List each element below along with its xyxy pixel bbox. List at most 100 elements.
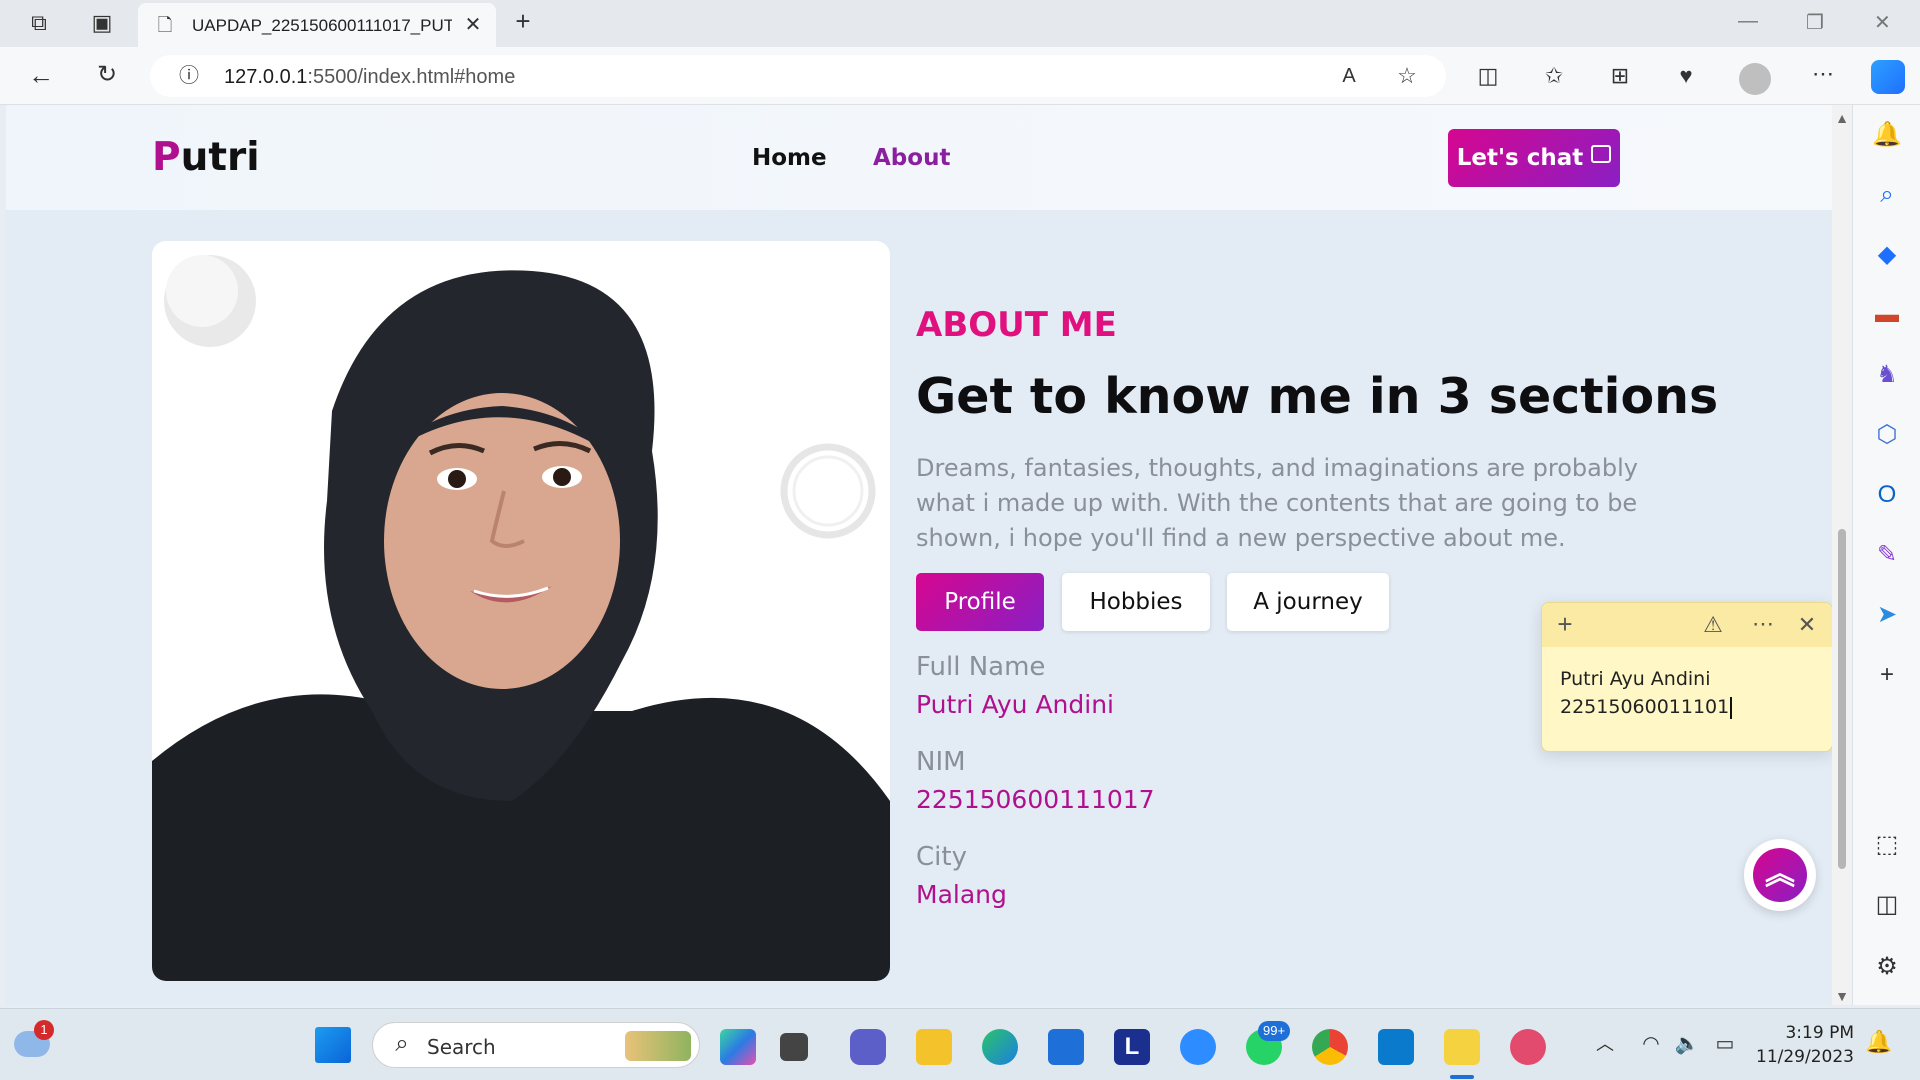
full-name-label: Full Name [916, 652, 1046, 682]
notifications-bell-icon[interactable]: 🔔 [1871, 119, 1903, 151]
sticky-notes-icon[interactable] [1444, 1029, 1480, 1065]
nav-home-link[interactable]: Home [752, 145, 827, 171]
site-navbar: Putri Home About Let's chat [6, 105, 1832, 210]
browser-tab[interactable]: 🗋 UAPDAP_225150600111017_PUTRI ✕ [138, 3, 496, 47]
collections-icon[interactable]: ⊞ [1605, 65, 1635, 87]
task-view-icon[interactable] [780, 1033, 808, 1061]
designer-icon[interactable]: ✎ [1871, 539, 1903, 571]
sticky-note-line-1: Putri Ayu Andini [1560, 668, 1711, 690]
sidebar-settings-gear-icon[interactable]: ⚙ [1871, 951, 1903, 983]
nim-label: NIM [916, 747, 966, 777]
windows-start-icon[interactable] [315, 1027, 351, 1063]
battery-icon[interactable]: ▭ [1710, 1033, 1740, 1055]
page-icon: 🗋 [157, 15, 173, 35]
about-heading: Get to know me in 3 sections [916, 368, 1719, 425]
file-explorer-icon[interactable] [916, 1029, 952, 1065]
nav-about-link[interactable]: About [873, 145, 950, 171]
tab-title: UAPDAP_225150600111017_PUTRI [192, 16, 452, 35]
window-close-icon[interactable]: ✕ [1874, 10, 1891, 35]
text-cursor [1730, 696, 1733, 719]
more-menu-icon[interactable]: ⋯ [1808, 63, 1838, 85]
favorites-icon[interactable]: ✩ [1539, 65, 1569, 87]
sticky-note-toolbar: + ⚠ ⋯ ✕ [1542, 603, 1832, 647]
add-note-icon[interactable]: + [1550, 611, 1580, 637]
minimize-icon[interactable]: — [1738, 10, 1758, 33]
new-tab-icon[interactable]: + [508, 8, 538, 34]
tab-actions-icon[interactable]: ▣ [87, 12, 117, 34]
screenshot-icon[interactable]: ⬚ [1871, 829, 1903, 861]
tools-briefcase-icon[interactable]: ▬ [1871, 299, 1903, 331]
close-note-icon[interactable]: ✕ [1792, 614, 1822, 636]
sticky-note-window[interactable]: + ⚠ ⋯ ✕ Putri Ayu Andini 22515060011101 [1541, 602, 1832, 752]
l-app-icon[interactable]: L [1114, 1029, 1150, 1065]
about-section-label: ABOUT ME [916, 305, 1117, 345]
tab-hobbies[interactable]: Hobbies [1062, 573, 1210, 631]
sidebar-search-icon[interactable]: ⌕ [1871, 179, 1903, 211]
profile-photo [152, 241, 890, 981]
taskbar-search-label: Search [427, 1035, 496, 1059]
restore-icon[interactable]: ❐ [1806, 10, 1824, 35]
city-value: Malang [916, 880, 1007, 909]
sidebar-add-icon[interactable]: + [1871, 659, 1903, 691]
site-info-icon[interactable]: ⓘ [174, 65, 204, 87]
show-hidden-icons-icon[interactable]: ︿ [1590, 1033, 1620, 1055]
whatsapp-badge: 99+ [1258, 1021, 1291, 1041]
chat-button-label: Let's chat [1456, 145, 1584, 171]
about-description: Dreams, fantasies, thoughts, and imagina… [916, 454, 1638, 552]
browser-essentials-icon[interactable]: ♥ [1671, 65, 1701, 87]
page-viewport: Putri Home About Let's chat ABOUT ME Get… [6, 105, 1832, 1005]
windows-taskbar: 1 ⌕ Search L 99+ ︿ ◠ 🔈 ▭ 3:19 PM 11/29/2… [0, 1008, 1920, 1080]
snipping-tool-icon[interactable] [1510, 1029, 1546, 1065]
edge-sidebar: 🔔 ⌕ ◆ ▬ ♞ ⬡ O ✎ ➤ + ⬚ ◫ ⚙ [1852, 105, 1920, 1005]
copilot-icon[interactable] [1871, 60, 1905, 94]
sticky-note-text[interactable]: Putri Ayu Andini 22515060011101 [1560, 665, 1733, 721]
edge-browser-icon[interactable] [982, 1029, 1018, 1065]
refresh-icon[interactable]: ↻ [92, 63, 122, 87]
split-screen-icon[interactable]: ◫ [1473, 65, 1503, 87]
tab-profile[interactable]: Profile [916, 573, 1044, 631]
scrollbar-thumb[interactable] [1838, 529, 1846, 869]
vscode-icon[interactable] [1378, 1029, 1414, 1065]
sticky-note-line-2: 22515060011101 [1560, 693, 1733, 721]
hide-sidebar-icon[interactable]: ◫ [1871, 889, 1903, 921]
taskbar-search-icon: ⌕ [395, 1030, 409, 1057]
note-menu-icon[interactable]: ⋯ [1748, 613, 1778, 635]
address-bar[interactable]: ⓘ 127.0.0.1:5500/index.html#home A ☆ [150, 55, 1446, 97]
copilot-preview-icon[interactable] [720, 1029, 756, 1065]
tab-a-journey[interactable]: A journey [1227, 573, 1389, 631]
zoom-icon[interactable] [1180, 1029, 1216, 1065]
chrome-icon[interactable] [1312, 1029, 1348, 1065]
shopping-tag-icon[interactable]: ◆ [1871, 239, 1903, 271]
back-icon[interactable]: ← [26, 62, 56, 88]
profile-photo-card [152, 241, 890, 981]
games-icon[interactable]: ♞ [1871, 359, 1903, 391]
send-icon[interactable]: ➤ [1871, 599, 1903, 631]
read-aloud-icon[interactable]: A [1334, 65, 1364, 87]
taskbar-search[interactable]: ⌕ Search [372, 1022, 700, 1068]
profile-avatar-icon[interactable] [1739, 63, 1771, 95]
double-chevron-up-icon: ︽ [1753, 848, 1807, 902]
search-highlight-image [625, 1031, 691, 1061]
notification-bell-icon[interactable]: 🔔 [1864, 1031, 1894, 1053]
microsoft-store-icon[interactable] [1048, 1029, 1084, 1065]
volume-icon[interactable]: 🔈 [1672, 1033, 1702, 1055]
active-app-indicator [1450, 1075, 1474, 1079]
scroll-to-top-button[interactable]: ︽ [1744, 839, 1816, 911]
browser-tab-bar: ⧉ ▣ 🗋 UAPDAP_225150600111017_PUTRI ✕ + —… [0, 0, 1920, 47]
full-name-value: Putri Ayu Andini [916, 690, 1114, 719]
outlook-icon[interactable]: O [1871, 479, 1903, 511]
close-tab-icon[interactable]: ✕ [458, 14, 488, 36]
taskbar-clock[interactable]: 3:19 PM 11/29/2023 [1756, 1021, 1854, 1069]
warning-icon[interactable]: ⚠ [1698, 614, 1728, 636]
microsoft-365-icon[interactable]: ⬡ [1871, 419, 1903, 451]
wifi-icon[interactable]: ◠ [1636, 1033, 1666, 1055]
address-toolbar: ← ↻ ⓘ 127.0.0.1:5500/index.html#home A ☆… [0, 47, 1920, 105]
teams-chat-icon[interactable] [850, 1029, 886, 1065]
chat-bubble-icon [1591, 145, 1612, 163]
lets-chat-button[interactable]: Let's chat [1448, 129, 1620, 187]
workspaces-icon[interactable]: ⧉ [24, 12, 54, 34]
url-text[interactable]: 127.0.0.1:5500/index.html#home [224, 66, 515, 89]
favorite-star-icon[interactable]: ☆ [1392, 65, 1422, 87]
page-scrollbar[interactable]: ▲ ▼ [1832, 105, 1852, 1005]
site-logo[interactable]: Putri [152, 135, 260, 180]
